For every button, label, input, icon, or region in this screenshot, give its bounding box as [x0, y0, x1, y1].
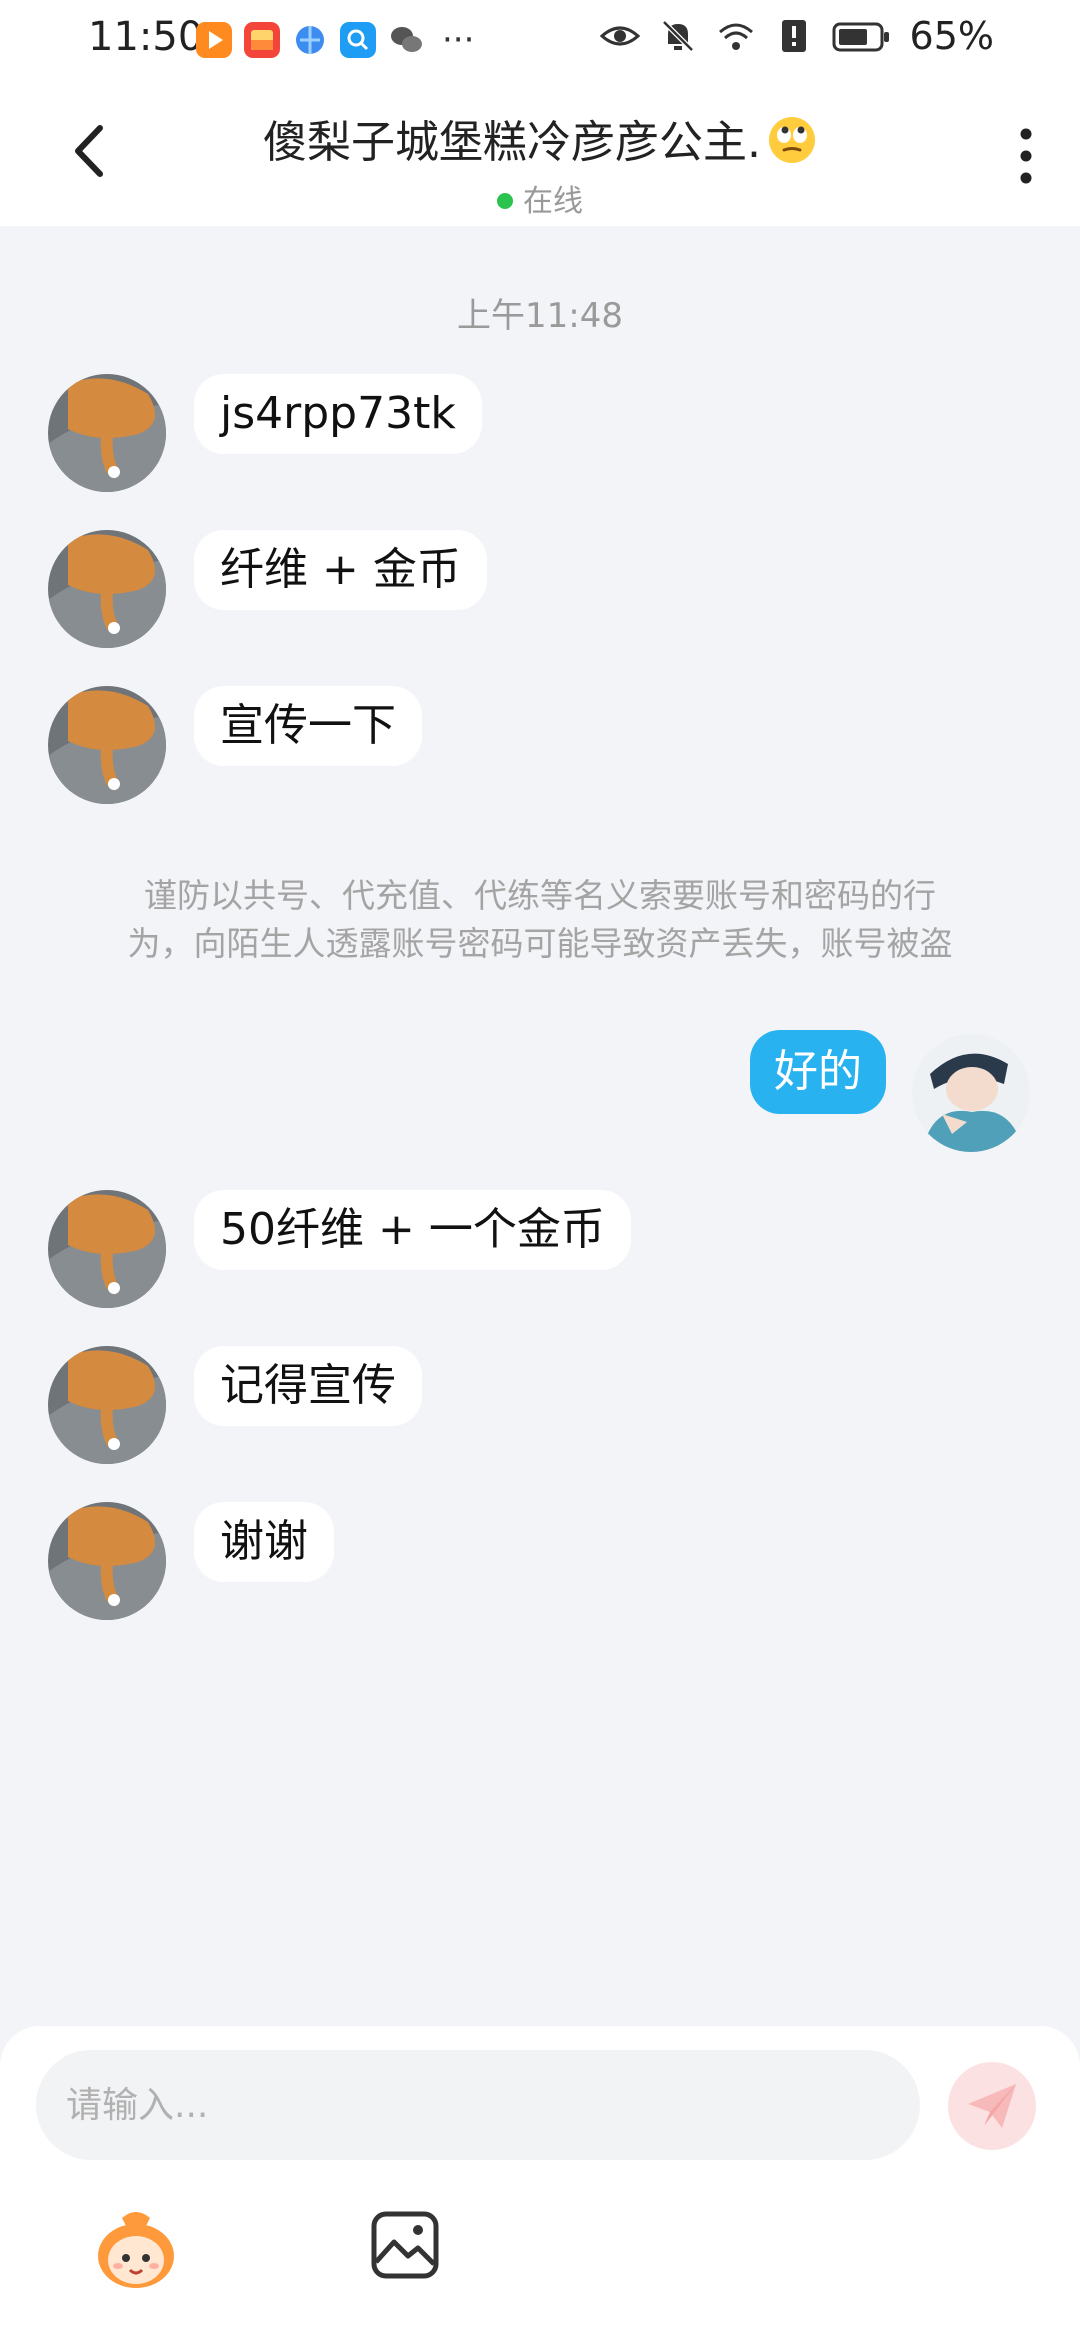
status-bar: 11:50 ··· 65%: [0, 0, 1080, 84]
message-bubble[interactable]: 宣传一下: [194, 686, 422, 766]
gallery-app-icon: [244, 22, 280, 58]
back-button[interactable]: [62, 116, 122, 186]
chat-header: 傻梨子城堡糕冷彦彦公主. 在线: [0, 84, 1080, 226]
mascot-sticker-icon: [98, 2212, 174, 2288]
message-bubble[interactable]: 记得宣传: [194, 1346, 422, 1426]
bell-off-icon: [658, 16, 698, 56]
incoming-message: 纤维 + 金币: [0, 530, 1080, 652]
my-message-bubble[interactable]: 好的: [750, 1030, 886, 1114]
contact-avatar[interactable]: [48, 530, 166, 648]
contact-avatar[interactable]: [48, 374, 166, 492]
online-status: 在线: [160, 176, 920, 220]
incoming-message: 谢谢: [0, 1502, 1080, 1624]
wifi-icon: [716, 16, 756, 56]
contact-avatar[interactable]: [48, 1502, 166, 1620]
message-bubble[interactable]: 谢谢: [194, 1502, 334, 1582]
status-time: 11:50: [88, 14, 204, 60]
chat-title-area: 傻梨子城堡糕冷彦彦公主. 在线: [160, 106, 920, 220]
online-status-text: 在线: [523, 184, 583, 219]
chevron-left-icon: [75, 125, 103, 177]
my-avatar[interactable]: [912, 1034, 1030, 1152]
image-icon: [371, 2211, 439, 2279]
incoming-message: 宣传一下: [0, 686, 1080, 808]
contact-name-text: 傻梨子城堡糕冷彦彦公主.: [263, 117, 761, 168]
chat-timestamp: 上午11:48: [457, 296, 623, 336]
video-app-icon: [196, 22, 232, 58]
message-bubble[interactable]: js4rpp73tk: [194, 374, 482, 454]
eye-roll-emoji-icon: [767, 115, 817, 165]
sticker-button[interactable]: [92, 2206, 180, 2294]
vertical-dots-icon: [1020, 128, 1032, 184]
sim-alert-icon: [774, 16, 814, 56]
contact-avatar[interactable]: [48, 1190, 166, 1308]
incoming-message: 记得宣传: [0, 1346, 1080, 1468]
send-plane-icon: [968, 2084, 1016, 2128]
message-bubble[interactable]: 50纤维 + 一个金币: [194, 1190, 631, 1270]
browser-icon: [292, 22, 328, 58]
message-input[interactable]: [36, 2050, 920, 2160]
more-options-button[interactable]: [1006, 124, 1046, 188]
contact-avatar[interactable]: [48, 686, 166, 804]
contact-avatar[interactable]: [48, 1346, 166, 1464]
security-notice: 谨防以共号、代充值、代练等名义索要账号和密码的行 为，向陌生人透露账号密码可能导…: [80, 872, 1000, 968]
security-notice-line: 谨防以共号、代充值、代练等名义索要账号和密码的行: [144, 876, 936, 915]
send-button[interactable]: [948, 2062, 1036, 2150]
more-notifications-icon: ···: [442, 20, 475, 60]
security-notice-line: 为，向陌生人透露账号密码可能导致资产丢失，账号被盗: [127, 924, 953, 963]
message-composer: [0, 2026, 1080, 2340]
online-dot-icon: [497, 193, 513, 209]
eye-icon: [599, 16, 640, 56]
wechat-icon: [388, 22, 424, 58]
incoming-message: js4rpp73tk: [0, 374, 1080, 496]
battery-icon: [832, 16, 892, 56]
system-icons: 65%: [599, 14, 994, 58]
battery-percent: 65%: [909, 14, 994, 58]
image-picker-button[interactable]: [370, 2210, 440, 2280]
search-app-icon: [340, 22, 376, 58]
notification-icons: ···: [196, 22, 474, 58]
contact-name: 傻梨子城堡糕冷彦彦公主.: [160, 106, 920, 170]
incoming-message: 50纤维 + 一个金币: [0, 1190, 1080, 1312]
message-bubble[interactable]: 纤维 + 金币: [194, 530, 487, 610]
